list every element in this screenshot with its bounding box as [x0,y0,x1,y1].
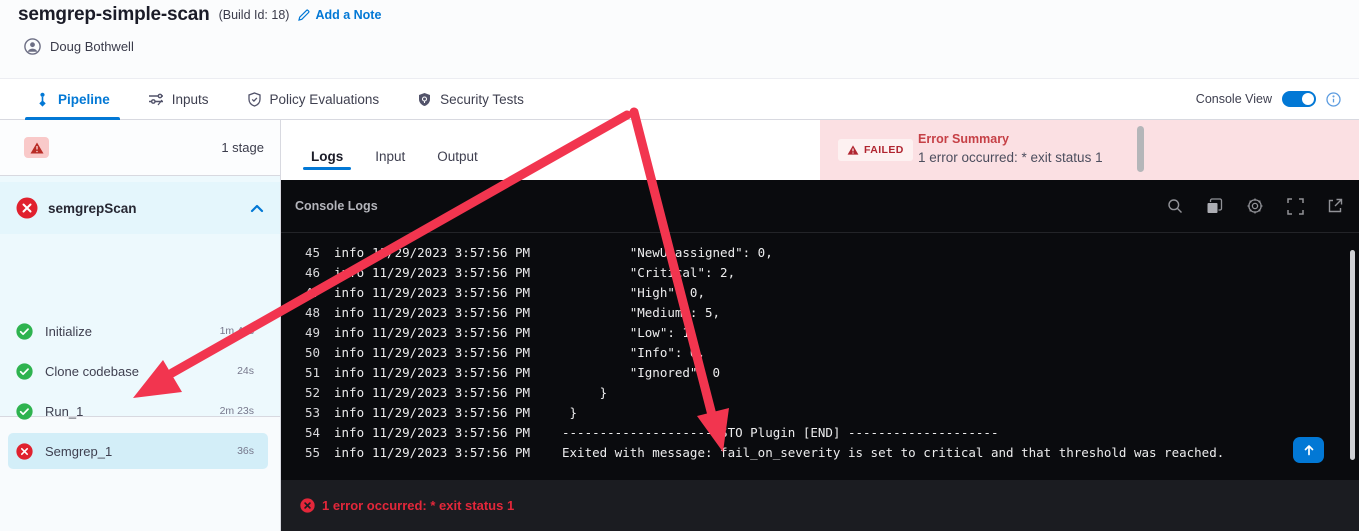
stage-row-semgrepscan[interactable]: semgrepScan [0,182,280,234]
shield-icon [417,92,432,107]
step-duration: 2m 23s [219,405,254,417]
log-tabbar: Logs Input Output [281,120,820,180]
arrow-up-icon [1304,445,1313,456]
stage-section: semgrepScan Initialize 1m 42s Clone codeba… [0,176,280,469]
tab-pipeline-label: Pipeline [58,91,110,107]
pipeline-execution-page: semgrep-simple-scan (Build Id: 18) Add a… [0,0,1359,531]
tab-pipeline[interactable]: Pipeline [25,79,120,120]
console-footer-error: 1 error occurred: * exit status 1 [322,498,515,513]
log-line-45: 45 info 11/29/2023 3:57:56 PM "NewUnassign… [304,245,773,260]
log-line-51: 51 info 11/29/2023 3:57:56 PM "Ignored": 0 [304,365,721,380]
tab-security-tests[interactable]: Security Tests [407,79,534,119]
console-header: Console Logs [281,180,1359,233]
step-label: Semgrep_1 [45,443,113,459]
step-row-clone-codebase[interactable]: Clone codebase 24s [0,351,280,391]
console-scrollbar[interactable] [1350,250,1355,460]
log-line-46: 46 info 11/29/2023 3:57:56 PM "Critical": … [304,265,736,280]
open-in-new-icon[interactable] [1327,198,1343,214]
console-view-toggle[interactable] [1282,91,1316,107]
tab-security-tests-label: Security Tests [440,91,524,107]
step-label: Initialize [45,323,92,339]
add-note-button[interactable]: Add a Note [298,8,381,22]
step-duration: 24s [237,365,254,377]
tab-policy-evaluations-label: Policy Evaluations [269,91,380,107]
console-view-label: Console View [1195,92,1272,106]
shield-check-icon [247,91,262,107]
error-summary-panel: FAILED Error Summary 1 error occurred: *… [820,120,1359,180]
chevron-up-icon[interactable] [250,204,264,213]
page-header: semgrep-simple-scan (Build Id: 18) Add a… [0,0,1359,78]
log-line-55: 55 info 11/29/2023 3:57:56 PM Exited with m… [304,445,1225,460]
sliders-icon [148,92,164,106]
avatar-icon [24,38,41,55]
error-circle-icon [16,197,38,219]
step-label: Run_1 [45,403,84,419]
error-circle-icon [300,498,315,513]
scroll-to-top-button[interactable] [1293,437,1324,463]
step-duration: 36s [237,445,254,457]
tab-inputs[interactable]: Inputs [138,79,219,119]
gear-icon[interactable] [1246,197,1264,215]
info-icon[interactable] [1326,91,1341,107]
log-line-53: 53 info 11/29/2023 3:57:56 PM } [304,405,578,420]
steps-list: Initialize 1m 42s Clone codebase 24s Run_1 2m… [0,311,280,471]
tab-output[interactable]: Output [427,149,488,180]
console-footer: 1 error occurred: * exit status 1 [281,480,1359,531]
success-check-icon [16,362,33,380]
warning-badge [24,137,49,158]
fullscreen-icon[interactable] [1287,197,1304,215]
search-icon[interactable] [1167,198,1183,214]
pipeline-icon [35,92,50,107]
warning-triangle-icon [847,145,859,155]
success-check-icon [16,322,33,340]
log-line-49: 49 info 11/29/2023 3:57:56 PM "Low": 1, [304,325,698,340]
main-tabbar: Pipeline Inputs Policy Evaluations Secur… [0,78,1359,120]
log-line-47: 47 info 11/29/2023 3:57:56 PM "High": 0, [304,285,705,300]
error-summary-message: 1 error occurred: * exit status 1 [918,150,1103,165]
step-row-run-1[interactable]: Run_1 2m 23s [0,391,280,431]
failed-badge: FAILED [838,139,913,161]
tab-inputs-label: Inputs [171,91,209,107]
add-note-label: Add a Note [315,8,382,22]
console-title: Console Logs [295,199,378,213]
error-circle-icon [16,442,33,460]
error-summary-title: Error Summary [918,132,1010,146]
tab-logs[interactable]: Logs [301,149,353,180]
step-duration: 1m 42s [219,325,254,337]
console-log-lines: 45 info 11/29/2023 3:57:56 PM "NewUnassign… [281,243,1359,463]
success-check-icon [16,402,33,420]
step-row-semgrep-1[interactable]: Semgrep_1 36s [0,431,280,471]
log-line-50: 50 info 11/29/2023 3:57:56 PM "Info": 0, [304,345,705,360]
copy-icon[interactable] [1206,197,1223,215]
execution-sidebar: 1 stage semgrepScan Initialize 1m 42s Clon… [0,120,281,531]
error-summary-scrollbar[interactable] [1137,126,1144,172]
user-row: Doug Bothwell [24,38,134,55]
pencil-icon [298,9,310,21]
tab-policy-evaluations[interactable]: Policy Evaluations [237,79,390,119]
step-label: Clone codebase [45,363,139,379]
log-line-54: 54 info 11/29/2023 3:57:56 PM -------------… [304,425,999,440]
warning-triangle-icon [30,142,43,153]
user-name: Doug Bothwell [50,39,134,54]
stage-name: semgrepScan [48,200,137,216]
console-panel: Console Logs 45 info 11/29/2023 3:57:56 … [281,180,1359,531]
build-id: (Build Id: 18) [218,8,290,22]
failed-badge-label: FAILED [864,144,904,156]
log-line-52: 52 info 11/29/2023 3:57:56 PM } [304,385,608,400]
page-title: semgrep-simple-scan [18,4,210,25]
step-row-initialize[interactable]: Initialize 1m 42s [0,311,280,351]
stage-count: 1 stage [221,140,264,155]
tab-input[interactable]: Input [365,149,415,180]
stage-count-row: 1 stage [0,120,280,176]
log-line-48: 48 info 11/29/2023 3:57:56 PM "Medium": 5, [304,305,721,320]
